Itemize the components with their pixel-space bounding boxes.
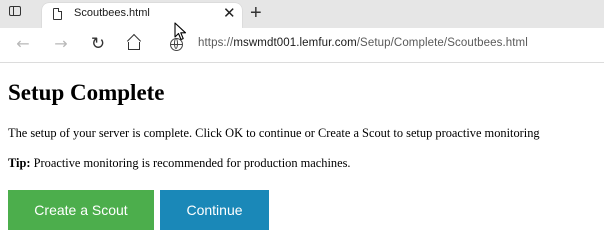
setup-description: The setup of your server is complete. Cl… <box>8 126 540 140</box>
browser-tab-strip: Scoutbees.html ✕ + <box>0 0 604 28</box>
url-host: mswmdt001.lemfur.com <box>233 37 357 49</box>
tip-text: Proactive monitoring is recommended for … <box>30 156 351 170</box>
document-icon <box>53 8 62 20</box>
home-body-shape <box>128 42 140 50</box>
forward-icon[interactable]: → <box>50 33 72 55</box>
tab-title: Scoutbees.html <box>74 7 150 19</box>
create-scout-button[interactable]: Create a Scout <box>8 190 154 230</box>
continue-button[interactable]: Continue <box>160 190 269 230</box>
url-scheme: https:// <box>198 37 234 49</box>
browser-toolbar: ← → ↻ https://mswmdt001.lemfur.com/Setup… <box>0 28 604 63</box>
window-menu-icon[interactable] <box>9 6 21 16</box>
new-tab-icon[interactable]: + <box>250 0 262 26</box>
browser-tab[interactable]: Scoutbees.html ✕ <box>42 3 242 28</box>
tip-label: Tip: <box>8 156 31 170</box>
reload-icon[interactable]: ↻ <box>87 33 109 55</box>
url-text[interactable]: https://mswmdt001.lemfur.com/Setup/Compl… <box>198 37 528 49</box>
url-path: /Setup/Complete/Scoutbees.html <box>356 37 528 49</box>
page-title: Setup Complete <box>8 80 165 105</box>
tab-close-icon[interactable]: ✕ <box>223 4 236 24</box>
home-icon[interactable] <box>124 33 146 55</box>
address-bar[interactable]: https://mswmdt001.lemfur.com/Setup/Compl… <box>158 31 604 59</box>
back-icon[interactable]: ← <box>12 33 34 55</box>
mouse-cursor-icon <box>174 22 187 41</box>
tip-line: Tip: Proactive monitoring is recommended… <box>8 156 351 171</box>
